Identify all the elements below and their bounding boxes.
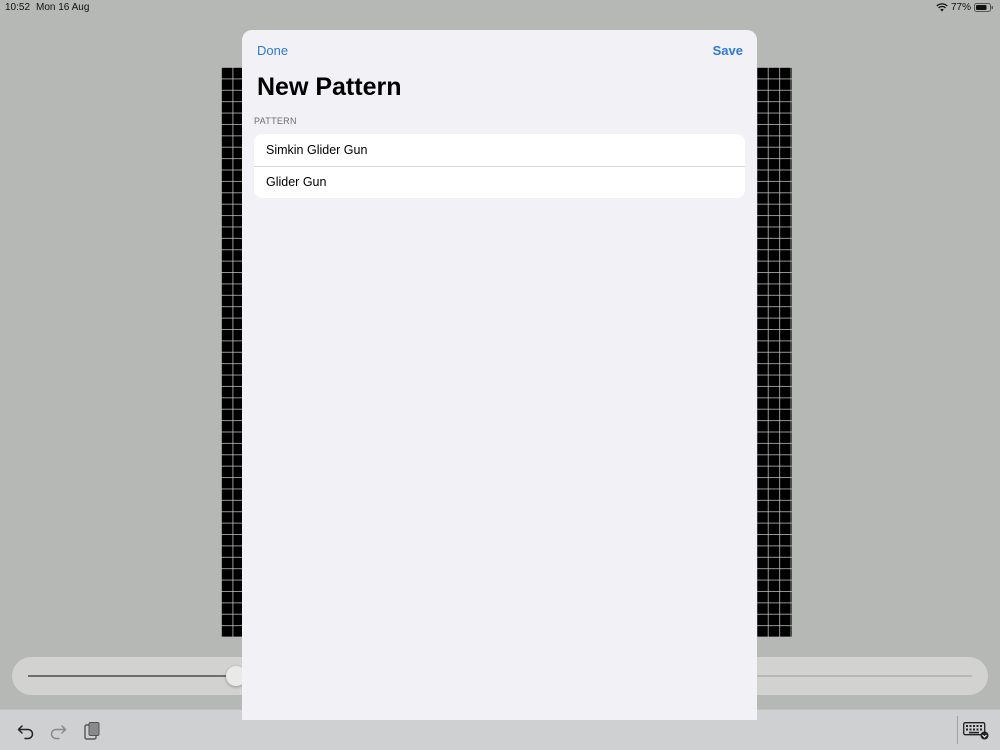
save-button[interactable]: Save: [713, 43, 743, 58]
redo-icon[interactable]: [48, 721, 68, 741]
status-time: 10:52: [5, 2, 31, 13]
keyboard-icon[interactable]: [963, 722, 989, 742]
status-right: 77%: [936, 2, 994, 13]
status-bar: 10:52 Mon 16 Aug 77%: [0, 0, 1000, 16]
section-header-pattern: PATTERN: [254, 116, 297, 126]
list-item-label: Simkin Glider Gun: [266, 143, 368, 157]
wifi-icon: [936, 3, 948, 12]
list-item-label: Glider Gun: [266, 175, 327, 189]
paste-icon[interactable]: [82, 721, 102, 741]
list-item[interactable]: Glider Gun: [254, 166, 745, 198]
battery-percentage: 77%: [950, 2, 971, 13]
undo-icon[interactable]: [16, 721, 36, 741]
done-button[interactable]: Done: [257, 43, 288, 58]
status-date: Mon 16 Aug: [36, 2, 90, 13]
battery-icon: [974, 3, 994, 12]
speed-slider-fill: [28, 675, 236, 677]
new-pattern-sheet: Done Save New Pattern PATTERN Simkin Gli…: [242, 30, 757, 720]
toolbar-divider: [957, 716, 958, 744]
page-title: New Pattern: [257, 73, 402, 101]
pattern-list: Simkin Glider Gun Glider Gun: [254, 134, 745, 198]
list-item[interactable]: Simkin Glider Gun: [254, 134, 745, 166]
